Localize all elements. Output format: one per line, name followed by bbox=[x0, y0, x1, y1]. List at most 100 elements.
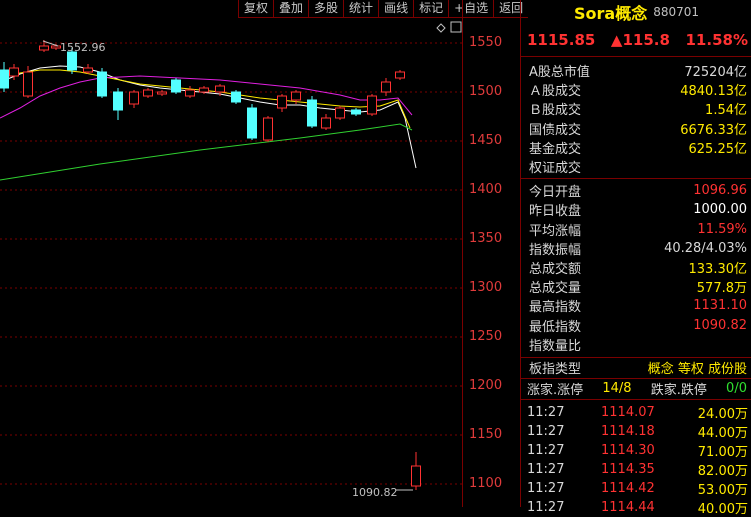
diamond-icon[interactable] bbox=[436, 23, 446, 33]
stat-value: 1090.82 bbox=[693, 317, 747, 333]
stat-row: 权证成交 bbox=[521, 157, 751, 176]
down-count-label: 跌家.跌停 bbox=[650, 383, 707, 399]
stat-row: 总成交额 133.30亿 bbox=[521, 258, 751, 277]
tick-volume: 44.00万 bbox=[697, 425, 748, 441]
breadth-row: 涨家.涨停 14/8 跌家.跌停 0/0 bbox=[521, 379, 751, 399]
candle-body bbox=[291, 91, 301, 101]
stat-value: 625.25亿 bbox=[688, 141, 748, 157]
stat-value: 6676.33亿 bbox=[680, 122, 747, 138]
tick-volume: 53.00万 bbox=[697, 482, 748, 498]
tick-time: 11:27 bbox=[527, 442, 565, 458]
stat-label: 总成交额 bbox=[529, 261, 582, 277]
low-marker: 1090.82 bbox=[352, 486, 413, 499]
stat-row: 指数振幅 40.28/4.03% bbox=[521, 239, 751, 258]
kline-svg[interactable]: 1552.96 1090.82 bbox=[0, 0, 462, 507]
board-type-label: 板指类型 bbox=[529, 362, 582, 378]
ma-white-line bbox=[0, 65, 417, 169]
expand-icon[interactable] bbox=[450, 21, 462, 33]
candle-body bbox=[411, 465, 421, 487]
candle-body bbox=[143, 89, 153, 97]
toolbar-button-fuquan[interactable]: 复权 bbox=[238, 0, 274, 18]
stat-label: 指数量比 bbox=[529, 338, 582, 354]
toolbar-button-overlay[interactable]: 叠加 bbox=[273, 0, 309, 18]
y-tick: 1250 bbox=[469, 329, 503, 344]
stat-row: Ａ股成交 4840.13亿 bbox=[521, 80, 751, 99]
down-count-value: 0/0 bbox=[726, 381, 747, 397]
toolbar-button-mark[interactable]: 标记 bbox=[413, 0, 449, 18]
index-name: Sora概念 bbox=[573, 4, 648, 23]
candle-body bbox=[321, 117, 331, 129]
toolbar-button-statistics[interactable]: 统计 bbox=[343, 0, 379, 18]
candle-body bbox=[185, 89, 195, 97]
stat-row: 总成交量 577.8万 bbox=[521, 277, 751, 296]
percent-change: 11.58% bbox=[685, 31, 748, 49]
tick-time: 11:27 bbox=[527, 499, 565, 515]
candle-body bbox=[0, 69, 9, 89]
stat-row: A股总市值 725204亿 bbox=[521, 61, 751, 80]
moving-averages bbox=[0, 65, 417, 181]
candlesticks bbox=[0, 40, 421, 490]
toolbar-button-multi-stock[interactable]: 多股 bbox=[308, 0, 344, 18]
stat-label: 权证成交 bbox=[529, 161, 582, 177]
tick-row: 11:27 1114.35 82.00万 bbox=[521, 460, 751, 479]
candle-body bbox=[83, 67, 93, 73]
stat-row: 昨日收盘 1000.00 bbox=[521, 200, 751, 219]
ma-yellow-line bbox=[0, 69, 411, 129]
tick-list[interactable]: 11:27 1114.07 24.00万 11:27 1114.18 44.00万 11… bbox=[521, 400, 751, 517]
index-code: 880701 bbox=[653, 5, 700, 19]
board-type-row: 板指类型 概念 等权 成份股 bbox=[521, 358, 751, 378]
candle-body bbox=[247, 107, 257, 139]
stat-row: 指数量比 bbox=[521, 335, 751, 354]
stat-row: 国债成交 6676.33亿 bbox=[521, 119, 751, 138]
stat-value: 11.59% bbox=[697, 221, 747, 237]
y-tick: 1150 bbox=[469, 427, 503, 442]
tick-price: 1114.18 bbox=[601, 423, 655, 439]
price-change: ▲115.8 bbox=[610, 31, 670, 49]
stat-value: 40.28/4.03% bbox=[664, 240, 747, 256]
stat-label: 总成交量 bbox=[529, 281, 582, 297]
candle-body bbox=[67, 51, 77, 71]
candle-body bbox=[129, 91, 139, 105]
y-tick: 1400 bbox=[469, 182, 503, 197]
candle-body bbox=[263, 117, 273, 141]
candle-body bbox=[9, 67, 19, 77]
tick-price: 1114.35 bbox=[601, 461, 655, 477]
stat-value: 1096.96 bbox=[693, 183, 747, 199]
candle-body bbox=[171, 79, 181, 93]
toolbar-button-draw-line[interactable]: 画线 bbox=[378, 0, 414, 18]
candle-body bbox=[157, 91, 167, 95]
stat-value: 577.8万 bbox=[696, 281, 747, 297]
price-axis: 1550 1500 1450 1400 1350 1300 1250 1200 … bbox=[462, 0, 519, 507]
stat-value: 1131.10 bbox=[693, 298, 747, 314]
stat-row: 平均涨幅 11.59% bbox=[521, 220, 751, 239]
tick-row: 11:27 1114.07 24.00万 bbox=[521, 403, 751, 422]
tick-time: 11:27 bbox=[527, 461, 565, 477]
stat-row: 今日开盘 1096.96 bbox=[521, 181, 751, 200]
stat-row: Ｂ股成交 1.54亿 bbox=[521, 99, 751, 118]
tick-row: 11:27 1114.30 71.00万 bbox=[521, 441, 751, 460]
ma-green-line bbox=[0, 123, 413, 181]
stat-label: Ｂ股成交 bbox=[529, 103, 582, 119]
candle-body bbox=[335, 107, 345, 119]
stat-value: 725204亿 bbox=[684, 65, 747, 81]
y-tick: 1550 bbox=[469, 35, 503, 50]
tick-row: 11:27 1114.18 44.00万 bbox=[521, 422, 751, 441]
stat-label: Ａ股成交 bbox=[529, 84, 582, 100]
quote-panel: Sora概念 880701 1115.85 ▲115.8 11.58% A股总市… bbox=[520, 0, 751, 517]
stat-label: 国债成交 bbox=[529, 122, 582, 138]
tick-row: 11:27 1114.44 40.00万 bbox=[521, 498, 751, 517]
tick-price: 1114.07 bbox=[601, 404, 655, 420]
stat-label: 指数振幅 bbox=[529, 242, 582, 258]
tick-volume: 71.00万 bbox=[697, 444, 748, 460]
tick-time: 11:27 bbox=[527, 404, 565, 420]
board-type-tags[interactable]: 概念 等权 成份股 bbox=[648, 358, 747, 377]
last-price: 1115.85 bbox=[527, 31, 596, 49]
stat-value: 133.30亿 bbox=[688, 261, 748, 277]
y-tick: 1200 bbox=[469, 378, 503, 393]
candle-body bbox=[215, 85, 225, 93]
candle-body bbox=[199, 87, 209, 93]
kline-chart[interactable]: 1552.96 1090.82 bbox=[0, 0, 462, 507]
candle-body bbox=[39, 45, 49, 51]
tick-volume: 40.00万 bbox=[697, 501, 748, 517]
stat-row: 最高指数 1131.10 bbox=[521, 296, 751, 315]
